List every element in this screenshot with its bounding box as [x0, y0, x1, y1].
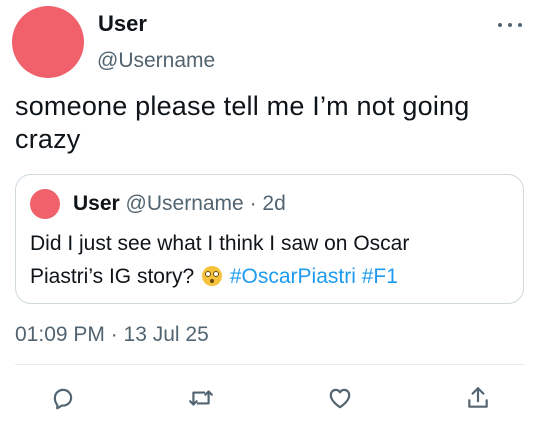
- quoted-separator: ·: [249, 192, 257, 215]
- like-button[interactable]: [322, 380, 358, 416]
- author-handle[interactable]: @Username: [97, 47, 215, 75]
- quoted-avatar: [30, 189, 60, 219]
- avatar[interactable]: [12, 6, 84, 78]
- share-icon: [468, 387, 488, 408]
- quoted-author-name: User: [73, 192, 120, 215]
- action-bar: [0, 380, 540, 416]
- more-horizontal-icon[interactable]: [498, 18, 522, 32]
- author-display-name[interactable]: User: [98, 10, 147, 38]
- tweet-text: someone please tell me I’m not going cra…: [15, 91, 470, 154]
- quoted-author-handle: @Username: [125, 192, 244, 215]
- reply-icon: [53, 388, 73, 410]
- hashtag-oscarpiastri[interactable]: #OscarPiastri: [230, 265, 356, 288]
- retweet-icon: [189, 390, 213, 406]
- tweet-card: User @Username someone please tell me I’…: [0, 0, 540, 427]
- tweet-timestamp[interactable]: 01:09 PM · 13 Jul 25: [15, 321, 209, 349]
- retweet-button[interactable]: [183, 380, 219, 416]
- flushed-face-emoji-icon: [202, 266, 222, 286]
- quoted-text-line2: Piastri’s IG story?: [30, 265, 195, 288]
- reply-button[interactable]: [45, 380, 81, 416]
- quoted-tweet[interactable]: User @Username · 2d Did I just see what …: [15, 174, 524, 304]
- hashtag-f1[interactable]: #F1: [362, 265, 398, 288]
- quoted-tweet-text: Did I just see what I think I saw on Osc…: [30, 227, 510, 293]
- divider: [15, 364, 525, 365]
- quoted-text-line1: Did I just see what I think I saw on Osc…: [30, 232, 410, 255]
- quoted-time: 2d: [262, 192, 286, 215]
- heart-icon: [329, 388, 351, 409]
- quoted-tweet-header: User @Username · 2d: [73, 190, 286, 218]
- share-button[interactable]: [460, 380, 496, 416]
